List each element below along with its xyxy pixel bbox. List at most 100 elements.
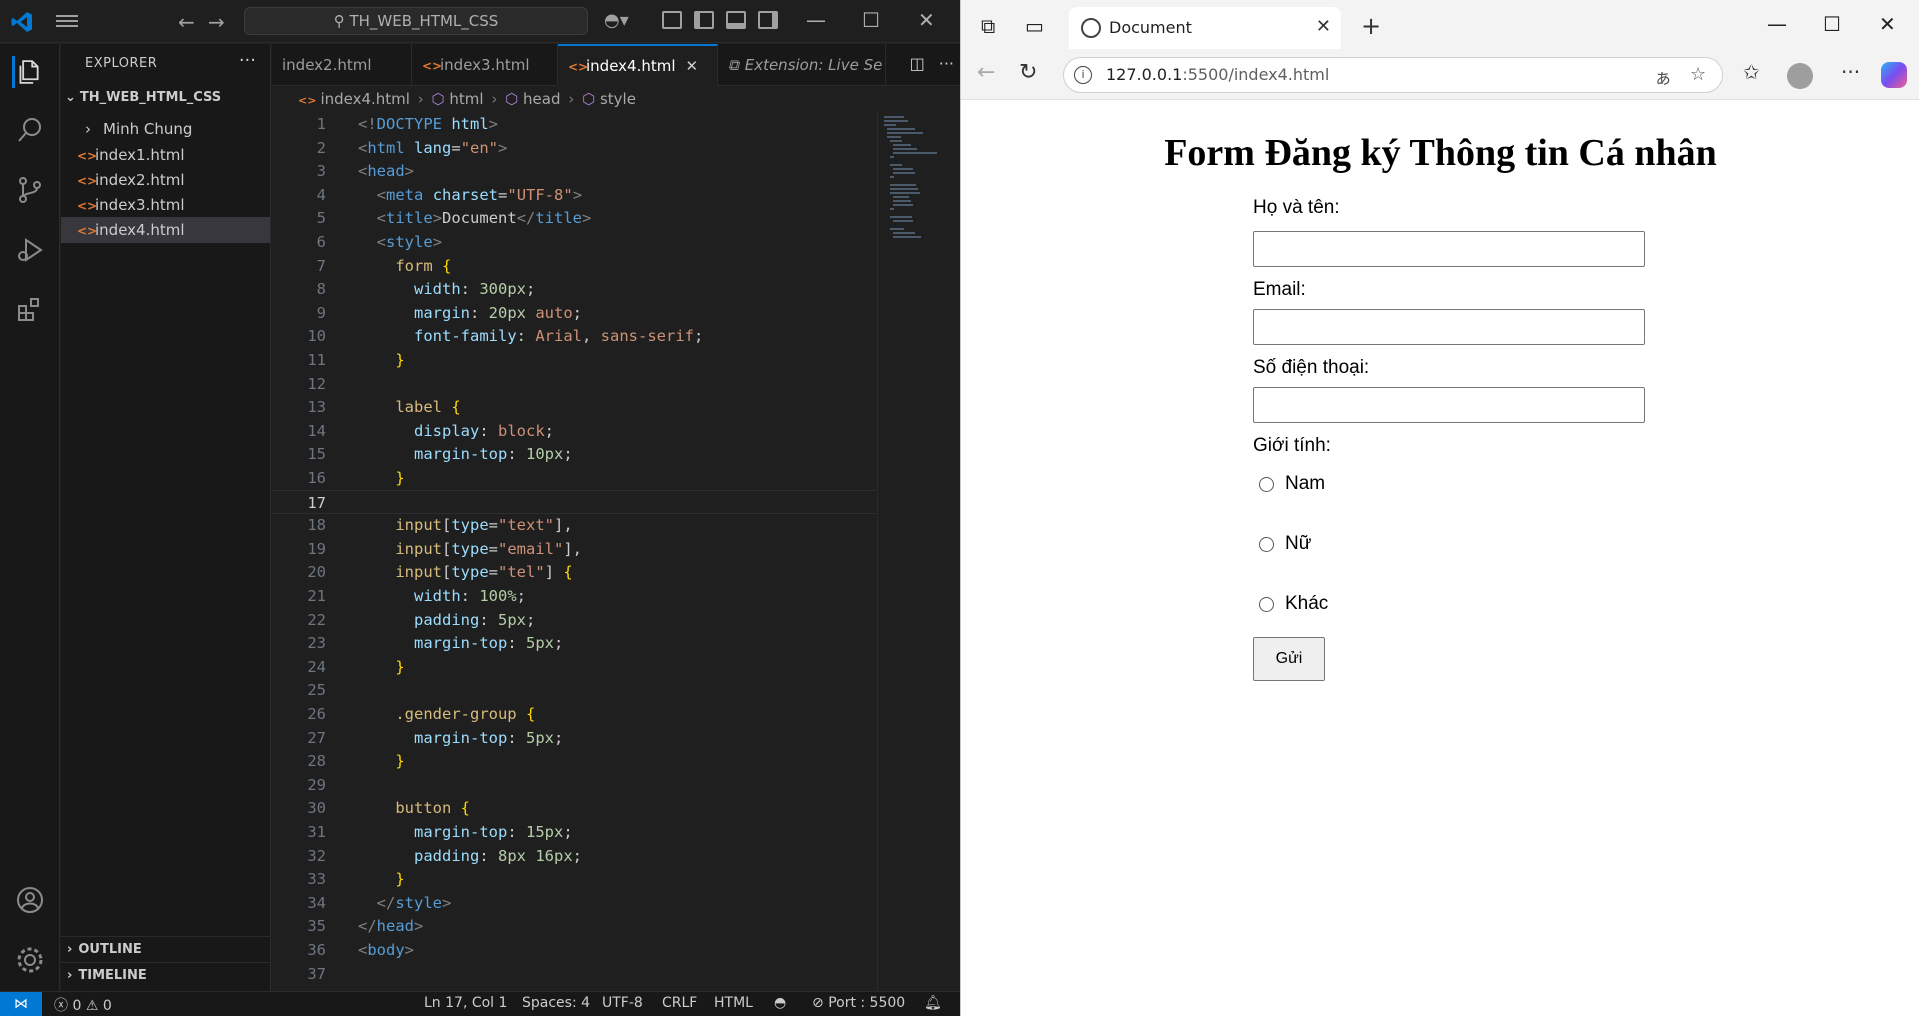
code-line[interactable]: 30 button {: [272, 796, 877, 820]
code-line[interactable]: 37: [272, 962, 877, 986]
tree-folder-minh-chung[interactable]: › Minh Chung: [61, 116, 270, 142]
workspaces-icon[interactable]: ⧉: [981, 14, 995, 38]
code-line[interactable]: 1 <!DOCTYPE html>: [272, 112, 877, 136]
copilot-icon[interactable]: [1881, 62, 1907, 88]
language-mode[interactable]: HTML: [714, 995, 753, 1011]
code-line[interactable]: 18 input[type="text"],: [272, 513, 877, 537]
close-tab-icon[interactable]: ✕: [1316, 16, 1331, 37]
code-line[interactable]: 26 .gender-group {: [272, 702, 877, 726]
tab-index3[interactable]: <>index3.html: [412, 44, 558, 86]
remote-icon[interactable]: ⋈: [0, 992, 42, 1016]
indentation[interactable]: Spaces: 4: [522, 995, 590, 1011]
code-line[interactable]: 15 margin-top: 10px;: [272, 442, 877, 466]
cursor-position[interactable]: Ln 17, Col 1: [424, 995, 507, 1011]
line-ending[interactable]: CRLF: [662, 995, 697, 1011]
code-line[interactable]: 16 }: [272, 466, 877, 490]
code-line[interactable]: 32 padding: 8px 16px;: [272, 844, 877, 868]
more-actions-icon[interactable]: ···: [939, 54, 954, 73]
customize-layout-icon[interactable]: [662, 11, 682, 29]
tab-index2[interactable]: index2.html: [272, 44, 412, 86]
encoding[interactable]: UTF-8: [602, 995, 643, 1011]
split-editor-icon[interactable]: ◫: [910, 54, 925, 73]
new-tab-icon[interactable]: +: [1361, 12, 1381, 40]
code-line[interactable]: 3 <head>: [272, 159, 877, 183]
tab-live-server-extension[interactable]: ⧉ Extension: Live Se: [718, 44, 886, 86]
code-line[interactable]: 34 </style>: [272, 891, 877, 915]
forward-arrow-icon[interactable]: →: [208, 10, 225, 34]
workspace-folder[interactable]: ⌄ TH_WEB_HTML_CSS: [65, 90, 270, 112]
close-tab-icon[interactable]: ✕: [686, 57, 699, 75]
code-line[interactable]: 2 <html lang="en">: [272, 136, 877, 160]
code-line[interactable]: 36 <body>: [272, 938, 877, 962]
minimize-icon[interactable]: —: [1767, 12, 1787, 36]
menu-icon[interactable]: [56, 12, 78, 30]
more-actions-icon[interactable]: ···: [239, 50, 256, 71]
toggle-secondary-sidebar-icon[interactable]: [758, 11, 778, 29]
code-line[interactable]: 10 font-family: Arial, sans-serif;: [272, 324, 877, 348]
name-input[interactable]: [1253, 231, 1645, 267]
radio-button[interactable]: [1259, 597, 1274, 612]
run-debug-icon[interactable]: [14, 234, 46, 266]
code-line[interactable]: 24 }: [272, 655, 877, 679]
refresh-icon[interactable]: ↻: [1019, 60, 1037, 85]
code-line[interactable]: 5 <title>Document</title>: [272, 206, 877, 230]
timeline-section[interactable]: › TIMELINE: [61, 962, 270, 988]
explorer-icon[interactable]: [12, 56, 44, 88]
browser-tab-document[interactable]: Document ✕: [1069, 7, 1341, 49]
code-line[interactable]: 33 }: [272, 867, 877, 891]
tree-file-index4[interactable]: <>index4.html: [61, 217, 270, 243]
code-line[interactable]: 14 display: block;: [272, 419, 877, 443]
submit-button[interactable]: Gửi: [1253, 637, 1325, 681]
code-line[interactable]: 9 margin: 20px auto;: [272, 301, 877, 325]
copilot-icon[interactable]: ◓▾: [604, 10, 629, 31]
code-line[interactable]: 4 <meta charset="UTF-8">: [272, 183, 877, 207]
tree-file-index2[interactable]: <>index2.html: [61, 167, 270, 193]
tree-file-index3[interactable]: <>index3.html: [61, 192, 270, 218]
code-line[interactable]: 7 form {: [272, 254, 877, 278]
copilot-status-icon[interactable]: ◓: [774, 995, 786, 1011]
code-line[interactable]: 28 }: [272, 749, 877, 773]
code-line[interactable]: 6 <style>: [272, 230, 877, 254]
code-line[interactable]: 27 margin-top: 5px;: [272, 726, 877, 750]
accounts-icon[interactable]: [14, 884, 46, 916]
breadcrumb-item[interactable]: head: [523, 90, 560, 108]
info-icon[interactable]: i: [1074, 66, 1092, 84]
minimap[interactable]: [877, 112, 960, 992]
close-icon[interactable]: ✕: [1879, 12, 1896, 36]
tab-index4[interactable]: <>index4.html ✕: [558, 44, 718, 86]
favorites-icon[interactable]: ✩: [1743, 60, 1760, 84]
code-line[interactable]: 25: [272, 678, 877, 702]
radio-button[interactable]: [1259, 537, 1274, 552]
live-server-port[interactable]: ⊘ Port : 5500: [812, 995, 905, 1011]
profile-avatar[interactable]: [1787, 63, 1813, 89]
breadcrumb-item[interactable]: index4.html: [320, 90, 410, 108]
tree-file-index1[interactable]: <>index1.html: [61, 142, 270, 168]
phone-input[interactable]: [1253, 387, 1645, 423]
code-line[interactable]: 8 width: 300px;: [272, 277, 877, 301]
maximize-icon[interactable]: ☐: [1823, 12, 1841, 36]
favorite-star-icon[interactable]: ☆: [1690, 64, 1706, 85]
code-line[interactable]: 35 </head>: [272, 914, 877, 938]
close-icon[interactable]: ✕: [918, 8, 935, 32]
code-line[interactable]: 12: [272, 372, 877, 396]
problems-indicator[interactable]: ⓧ 0 ⚠ 0: [54, 995, 112, 1015]
email-input[interactable]: [1253, 309, 1645, 345]
notifications-bell-icon[interactable]: 🔔︎: [924, 995, 942, 1011]
code-line[interactable]: 19 input[type="email"],: [272, 537, 877, 561]
outline-section[interactable]: › OUTLINE: [61, 936, 270, 962]
toggle-sidebar-icon[interactable]: [694, 11, 714, 29]
settings-gear-icon[interactable]: [14, 944, 46, 976]
maximize-icon[interactable]: ☐: [862, 8, 880, 32]
more-menu-icon[interactable]: ···: [1841, 60, 1860, 84]
code-line[interactable]: 29: [272, 773, 877, 797]
code-line[interactable]: 21 width: 100%;: [272, 584, 877, 608]
source-control-icon[interactable]: [14, 174, 46, 206]
toggle-panel-icon[interactable]: [726, 11, 746, 29]
address-bar[interactable]: i 127.0.0.1:5500/index4.html ぁ ☆: [1063, 57, 1723, 93]
vertical-tabs-icon[interactable]: ▭: [1025, 14, 1044, 38]
back-arrow-icon[interactable]: ←: [977, 60, 995, 85]
command-center-search[interactable]: ⚲ TH_WEB_HTML_CSS: [244, 7, 588, 35]
read-aloud-icon[interactable]: ぁ: [1654, 64, 1672, 90]
code-line[interactable]: 11 }: [272, 348, 877, 372]
breadcrumb-item[interactable]: html: [449, 90, 483, 108]
